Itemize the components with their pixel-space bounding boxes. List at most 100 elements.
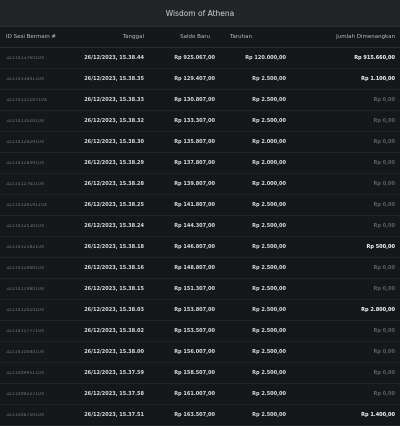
session-id-cell: 3221411980104 [6,286,44,292]
date-cell: 26/12/2023, 15.38.33 [84,97,144,103]
bet-cell: Rp 2.500,00 [252,223,286,229]
window-title: Wisdom of Athena [165,8,235,18]
amount-won-cell: Rp 0,00 [373,370,395,376]
new-balance-cell: Rp 129.407,00 [174,76,215,82]
new-balance-cell: Rp 141.807,00 [174,202,215,208]
bet-cell: Rp 2.500,00 [252,244,286,250]
bet-cell: Rp 2.500,00 [252,307,286,313]
date-cell: 26/12/2023, 15.37.58 [84,391,144,397]
table-row[interactable]: 3221412929104 26/12/2023, 15.38.30 Rp 135.… [0,132,400,153]
column-header-session-id[interactable]: ID Sesi Bermain # [0,34,64,40]
new-balance-cell: Rp 151.307,00 [174,286,215,292]
amount-won-cell: Rp 0,00 [373,160,395,166]
bet-cell: Rp 2.500,00 [252,412,286,418]
new-balance-cell: Rp 163.507,00 [174,412,215,418]
date-cell: 26/12/2023, 15.38.32 [84,118,144,124]
column-header-bet[interactable]: Taruhan [210,34,272,40]
amount-won-cell: Rp 0,00 [373,286,395,292]
date-cell: 26/12/2023, 15.38.03 [84,307,144,313]
session-id-cell: 3221410684104 [6,349,44,355]
history-table-body: 3221413765104 26/12/2023, 15.38.44 Rp 925.… [0,48,400,426]
amount-won-cell: Rp 0,00 [373,223,395,229]
table-header: ID Sesi Bermain # Tanggal Saldo Baru Tar… [0,27,400,48]
session-id-cell: 3221412849104 [6,160,44,166]
new-balance-cell: Rp 156.007,00 [174,349,215,355]
new-balance-cell: Rp 153.507,00 [174,328,215,334]
table-row[interactable]: 3221412849104 26/12/2023, 15.38.29 Rp 137.… [0,153,400,174]
new-balance-cell: Rp 133.307,00 [174,118,215,124]
amount-won-cell: Rp 0,00 [373,349,395,355]
table-row[interactable]: 3221409951104 26/12/2023, 15.37.59 Rp 158.… [0,363,400,384]
date-cell: 26/12/2023, 15.38.02 [84,328,144,334]
amount-won-cell: Rp 0,00 [373,265,395,271]
session-id-cell: 3221412536104 [6,223,44,229]
date-cell: 26/12/2023, 15.38.16 [84,265,144,271]
new-balance-cell: Rp 153.807,00 [174,307,215,313]
amount-won-cell: Rp 2.800,00 [361,307,395,313]
window-titlebar: Wisdom of Athena [0,0,400,27]
session-id-cell: 3221409951104 [6,370,44,376]
session-id-cell: 32214131107104 [6,97,47,103]
bet-cell: Rp 2.500,00 [252,97,286,103]
table-row[interactable]: 3221412765104 26/12/2023, 15.38.28 Rp 139.… [0,174,400,195]
table-row[interactable]: 3221413841104 26/12/2023, 15.38.35 Rp 129.… [0,69,400,90]
app-window: Wisdom of Athena ID Sesi Bermain # Tangg… [0,0,400,426]
table-row[interactable]: 3221412654104 26/12/2023, 15.38.03 Rp 153.… [0,300,400,321]
table-row[interactable]: 3221413026104 26/12/2023, 15.38.32 Rp 133.… [0,111,400,132]
amount-won-cell: Rp 500,00 [366,244,395,250]
new-balance-cell: Rp 135.807,00 [174,139,215,145]
new-balance-cell: Rp 158.507,00 [174,370,215,376]
table-row[interactable]: 3221409227104 26/12/2023, 15.37.58 Rp 161.… [0,384,400,405]
bet-cell: Rp 2.000,00 [252,139,286,145]
bet-cell: Rp 2.500,00 [252,328,286,334]
amount-won-cell: Rp 1.100,00 [361,76,395,82]
bet-cell: Rp 2.000,00 [252,181,286,187]
new-balance-cell: Rp 148.807,00 [174,265,215,271]
bet-cell: Rp 2.000,00 [252,160,286,166]
session-id-cell: 3221412654104 [6,307,44,313]
table-row[interactable]: 32214126191104 26/12/2023, 15.38.25 Rp 141… [0,195,400,216]
date-cell: 26/12/2023, 15.38.25 [84,202,144,208]
new-balance-cell: Rp 130.807,00 [174,97,215,103]
session-id-cell: 3221413026104 [6,118,44,124]
table-row[interactable]: 3221412182104 26/12/2023, 15.38.18 Rp 146.… [0,237,400,258]
bet-cell: Rp 2.500,00 [252,118,286,124]
bet-cell: Rp 2.500,00 [252,370,286,376]
table-row[interactable]: 3221411777104 26/12/2023, 15.38.02 Rp 153.… [0,321,400,342]
date-cell: 26/12/2023, 15.38.18 [84,244,144,250]
amount-won-cell: Rp 0,00 [373,97,395,103]
session-id-cell: 32214126191104 [6,202,47,208]
date-cell: 26/12/2023, 15.38.29 [84,160,144,166]
table-row[interactable]: 3221411980104 26/12/2023, 15.38.15 Rp 151.… [0,279,400,300]
bet-cell: Rp 2.500,00 [252,265,286,271]
session-id-cell: 3221408750104 [6,412,44,418]
column-header-amount-won[interactable]: Jumlah Dimenangkan [272,34,400,40]
table-row[interactable]: 32214131107104 26/12/2023, 15.38.33 Rp 130… [0,90,400,111]
session-id-cell: 3221413841104 [6,76,44,82]
column-header-date[interactable]: Tanggal [64,34,144,40]
table-row[interactable]: 3221412536104 26/12/2023, 15.38.24 Rp 144.… [0,216,400,237]
bet-cell: Rp 2.500,00 [252,202,286,208]
date-cell: 26/12/2023, 15.38.30 [84,139,144,145]
new-balance-cell: Rp 139.807,00 [174,181,215,187]
column-header-new-balance[interactable]: Saldo Baru [144,34,210,40]
amount-won-cell: Rp 0,00 [373,202,395,208]
session-id-cell: 3221412765104 [6,181,44,187]
date-cell: 26/12/2023, 15.38.28 [84,181,144,187]
table-row[interactable]: 3221412066104 26/12/2023, 15.38.16 Rp 148.… [0,258,400,279]
session-id-cell: 3221409227104 [6,391,44,397]
session-id-cell: 3221412929104 [6,139,44,145]
amount-won-cell: Rp 915.660,00 [354,55,395,61]
new-balance-cell: Rp 925.067,00 [174,55,215,61]
amount-won-cell: Rp 0,00 [373,139,395,145]
date-cell: 26/12/2023, 15.37.59 [84,370,144,376]
session-id-cell: 3221411777104 [6,328,44,334]
session-id-cell: 3221412182104 [6,244,44,250]
table-row[interactable]: 3221408750104 26/12/2023, 15.37.51 Rp 163.… [0,405,400,426]
amount-won-cell: Rp 0,00 [373,328,395,334]
session-id-cell: 3221413765104 [6,55,44,61]
table-row[interactable]: 3221410684104 26/12/2023, 15.38.00 Rp 156.… [0,342,400,363]
table-row[interactable]: 3221413765104 26/12/2023, 15.38.44 Rp 925.… [0,48,400,69]
amount-won-cell: Rp 0,00 [373,391,395,397]
date-cell: 26/12/2023, 15.38.00 [84,349,144,355]
